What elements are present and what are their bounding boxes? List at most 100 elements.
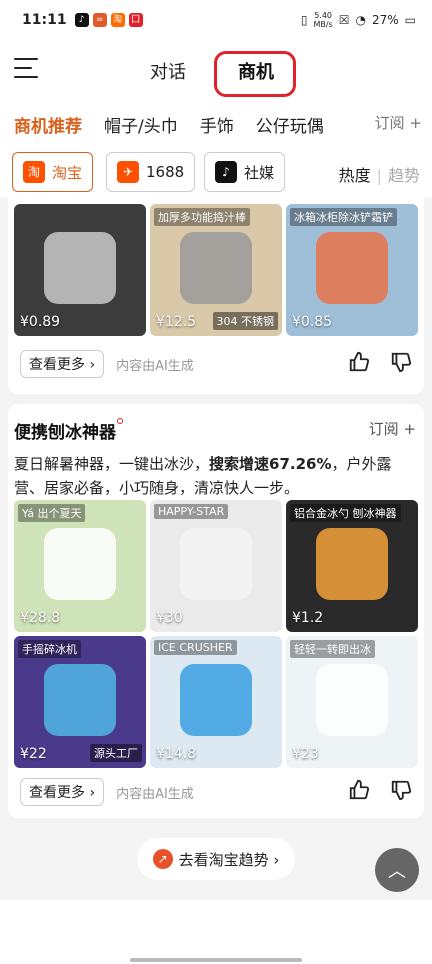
product-price: ¥22 [20,746,47,762]
thumbs-up-icon[interactable] [348,779,370,805]
ai-note: 内容由AI生成 [116,786,194,802]
thumbs-up-icon[interactable] [348,351,370,377]
tab-biz[interactable]: 商机 [238,58,274,84]
product-image [180,664,252,736]
product-thumbnail[interactable]: ¥0.89 [14,204,146,336]
product-thumbnail[interactable]: 冰箱冰柜除冰铲霜铲 ¥0.85 [286,204,418,336]
card-footer: 查看更多 › 内容由AI生成 [20,350,412,378]
section-subscribe-button[interactable]: 订阅 + [369,418,416,439]
product-thumbnail[interactable]: ICE CRUSHER ¥14.8 [150,636,282,768]
product-tag: HAPPY-STAR [154,504,229,519]
product-thumbnail[interactable]: 轻轻一转即出冰 ¥23 [286,636,418,768]
chip-1688[interactable]: ✈ 1688 [106,152,196,192]
product-image [180,528,252,600]
taobao-trend-button[interactable]: ↗ 去看淘宝趋势 › [137,838,295,880]
product-tag: 手摇碎冰机 [18,640,81,658]
taobao-icon: 淘 [23,161,45,183]
product-thumbnail[interactable]: HAPPY-STAR ¥30 [150,500,282,632]
top-bar: 对话 商机 [0,40,432,102]
section-title: 便携刨冰神器 [14,418,123,443]
product-price: ¥14.8 [156,746,197,762]
wifi-icon: ◔ [355,13,366,27]
product-tag: 冰箱冰柜除冰铲霜铲 [290,208,397,226]
product-price: ¥1.2 [292,610,324,626]
scroll-top-button[interactable]: ︿ [375,848,419,892]
category-tabs: 商机推荐 帽子/头巾 手饰 公仔玩偶 订阅 + [0,102,432,146]
product-tag: 加厚多功能捣汁棒 [154,208,250,226]
trend-icon: ↗ [152,849,173,869]
category-tab-accessories[interactable]: 手饰 [200,112,234,137]
product-thumbnail[interactable]: 铝合金冰勺 刨冰神器 ¥1.2 [286,500,418,632]
battery-percent: 27% [371,13,399,27]
chevron-up-icon: ︿ [388,861,406,882]
view-more-button[interactable]: 查看更多 › [20,350,105,378]
sort-toggle: 热度 | 趋势 [338,166,420,185]
thumbs-down-icon[interactable] [390,351,412,377]
chip-social[interactable]: ♪ 社媒 [204,152,286,192]
tiktok-icon: ♪ [215,161,237,183]
trend-button-label: 去看淘宝趋势 › [178,850,280,869]
chip-label: 淘宝 [52,163,83,182]
product-card: 便携刨冰神器 订阅 + 夏日解暑神器，一键出冰沙，搜索增速67.26%，户外露营… [8,404,424,818]
product-image [316,232,388,304]
xianyu-icon: 淘 [110,13,125,27]
menu-icon[interactable] [14,58,38,80]
tiktok-icon: ♪ [74,13,89,27]
product-image [180,232,252,304]
product-tag: 304 不锈钢 [212,312,278,330]
vibrate-icon: ▯ [300,13,308,27]
new-dot-icon [117,418,123,424]
link-icon: ∞ [92,13,107,27]
product-tag: 铝合金冰勺 刨冰神器 [290,504,401,522]
status-time: 11:11 [22,12,67,28]
product-image [316,528,388,600]
product-image [44,528,116,600]
product-thumbnail[interactable]: Yá 出个夏天 ¥28.8 [14,500,146,632]
platform-filters: 淘 淘宝 ✈ 1688 ♪ 社媒 热度 | 趋势 [0,146,432,198]
thumbs-down-icon[interactable] [390,779,412,805]
section-description: 夏日解暑神器，一键出冰沙，搜索增速67.26%，户外露营、居家必备，小巧随身，清… [14,455,392,497]
card-footer: 查看更多 › 内容由AI生成 [20,778,412,806]
net-speed: 5.40 MB/s [313,11,333,29]
product-grid: Yá 出个夏天 ¥28.8 HAPPY-STAR ¥30 铝合金冰勺 刨冰神器 ¥1.2 手… [14,500,418,768]
bottom-area [0,900,432,964]
product-tag: 源头工厂 [90,744,142,762]
battery-icon: ▭ [404,13,416,27]
chip-label: 社媒 [244,163,275,182]
product-thumbnail[interactable]: 加厚多功能捣汁棒 304 不锈钢 ¥12.5 [150,204,282,336]
category-tab-dolls[interactable]: 公仔玩偶 [256,112,324,137]
ai-note: 内容由AI生成 [116,358,194,374]
home-indicator[interactable] [130,958,302,962]
product-price: ¥12.5 [156,314,197,330]
product-grid: ¥0.89 加厚多功能捣汁棒 304 不锈钢 ¥12.5 冰箱冰柜除冰铲霜铲 ¥0.85 [14,204,418,336]
product-price: ¥30 [156,610,183,626]
status-right: ▯ 5.40 MB/s ☒ ◔ 27% ▭ [301,11,416,29]
category-subscribe-button[interactable]: 订阅 + [366,112,422,133]
sort-trend[interactable]: 趋势 [388,166,420,185]
product-tag: 轻轻一转即出冰 [290,640,375,658]
shop-icon: 囗 [128,13,143,27]
chip-taobao[interactable]: 淘 淘宝 [12,152,94,192]
product-price: ¥28.8 [20,610,61,626]
sort-hot[interactable]: 热度 [339,166,371,185]
no-sim-icon: ☒ [338,13,350,27]
product-image [316,664,388,736]
feed[interactable]: ¥0.89 加厚多功能捣汁棒 304 不锈钢 ¥12.5 冰箱冰柜除冰铲霜铲 ¥0.85 … [0,198,432,900]
category-tab-recommend[interactable]: 商机推荐 [14,112,82,137]
alibaba-1688-icon: ✈ [117,161,139,183]
product-tag: ICE CRUSHER [154,640,237,655]
product-price: ¥23 [292,746,319,762]
product-price: ¥0.85 [292,314,333,330]
product-image [44,232,116,304]
view-more-button[interactable]: 查看更多 › [20,778,105,806]
product-thumbnail[interactable]: 手摇碎冰机源头工厂 ¥22 [14,636,146,768]
tab-chat[interactable]: 对话 [150,58,186,84]
status-app-icons: ♪ ∞ 淘囗 [74,13,143,27]
status-bar: 11:11 ♪ ∞ 淘囗 ▯ 5.40 MB/s ☒ ◔ 27% ▭ [0,0,432,40]
product-image [44,664,116,736]
category-tab-hats[interactable]: 帽子/头巾 [104,112,178,137]
chip-label: 1688 [146,163,185,181]
product-tag: Yá 出个夏天 [18,504,86,522]
product-card: ¥0.89 加厚多功能捣汁棒 304 不锈钢 ¥12.5 冰箱冰柜除冰铲霜铲 ¥0.85 … [8,198,424,394]
product-price: ¥0.89 [20,314,61,330]
